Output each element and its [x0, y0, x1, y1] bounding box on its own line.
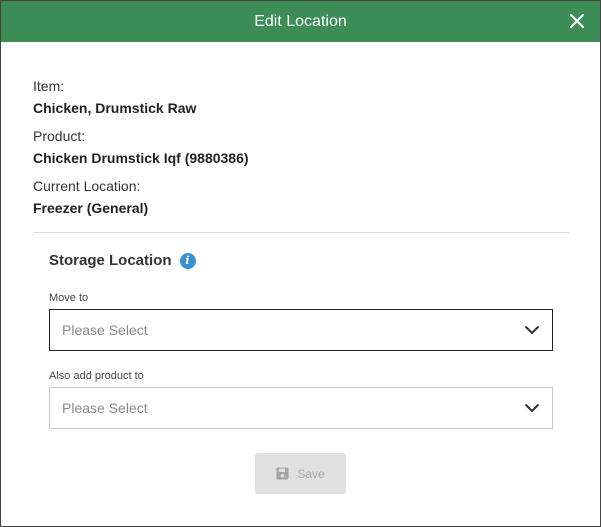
move-to-select-value: Please Select — [62, 322, 148, 338]
product-value: Chicken Drumstick Iqf (9880386) — [33, 150, 249, 166]
item-info: Item: Chicken, Drumstick Raw — [33, 77, 196, 117]
also-add-product-label: Also add product to — [49, 370, 144, 382]
current-location-info: Current Location: Freezer (General) — [33, 177, 148, 217]
current-location-label: Current Location: — [33, 178, 141, 194]
move-to-label: Move to — [49, 292, 89, 304]
save-button[interactable]: Save — [255, 453, 346, 494]
product-info: Product: Chicken Drumstick Iqf (9880386) — [33, 127, 249, 167]
divider — [33, 232, 569, 233]
edit-location-modal: Edit Location Item: Chicken, Drumstick R… — [0, 0, 601, 527]
also-add-product-select[interactable]: Please Select — [49, 387, 553, 429]
storage-location-heading: Storage Location i — [49, 252, 196, 269]
item-label: Item: — [33, 78, 65, 94]
modal-header: Edit Location — [1, 1, 600, 42]
chevron-down-icon — [524, 325, 540, 335]
chevron-down-icon — [524, 403, 540, 413]
also-add-product-select-value: Please Select — [62, 400, 148, 416]
storage-location-title: Storage Location — [49, 252, 172, 269]
modal-title: Edit Location — [254, 12, 347, 30]
move-to-select[interactable]: Please Select — [49, 309, 553, 351]
item-value: Chicken, Drumstick Raw — [33, 100, 197, 116]
close-icon — [569, 13, 585, 29]
floppy-disk-icon — [276, 467, 289, 480]
close-button[interactable] — [568, 12, 586, 30]
save-button-label: Save — [297, 466, 325, 481]
info-icon[interactable]: i — [179, 252, 196, 269]
product-label: Product: — [33, 128, 86, 144]
current-location-value: Freezer (General) — [33, 200, 149, 216]
